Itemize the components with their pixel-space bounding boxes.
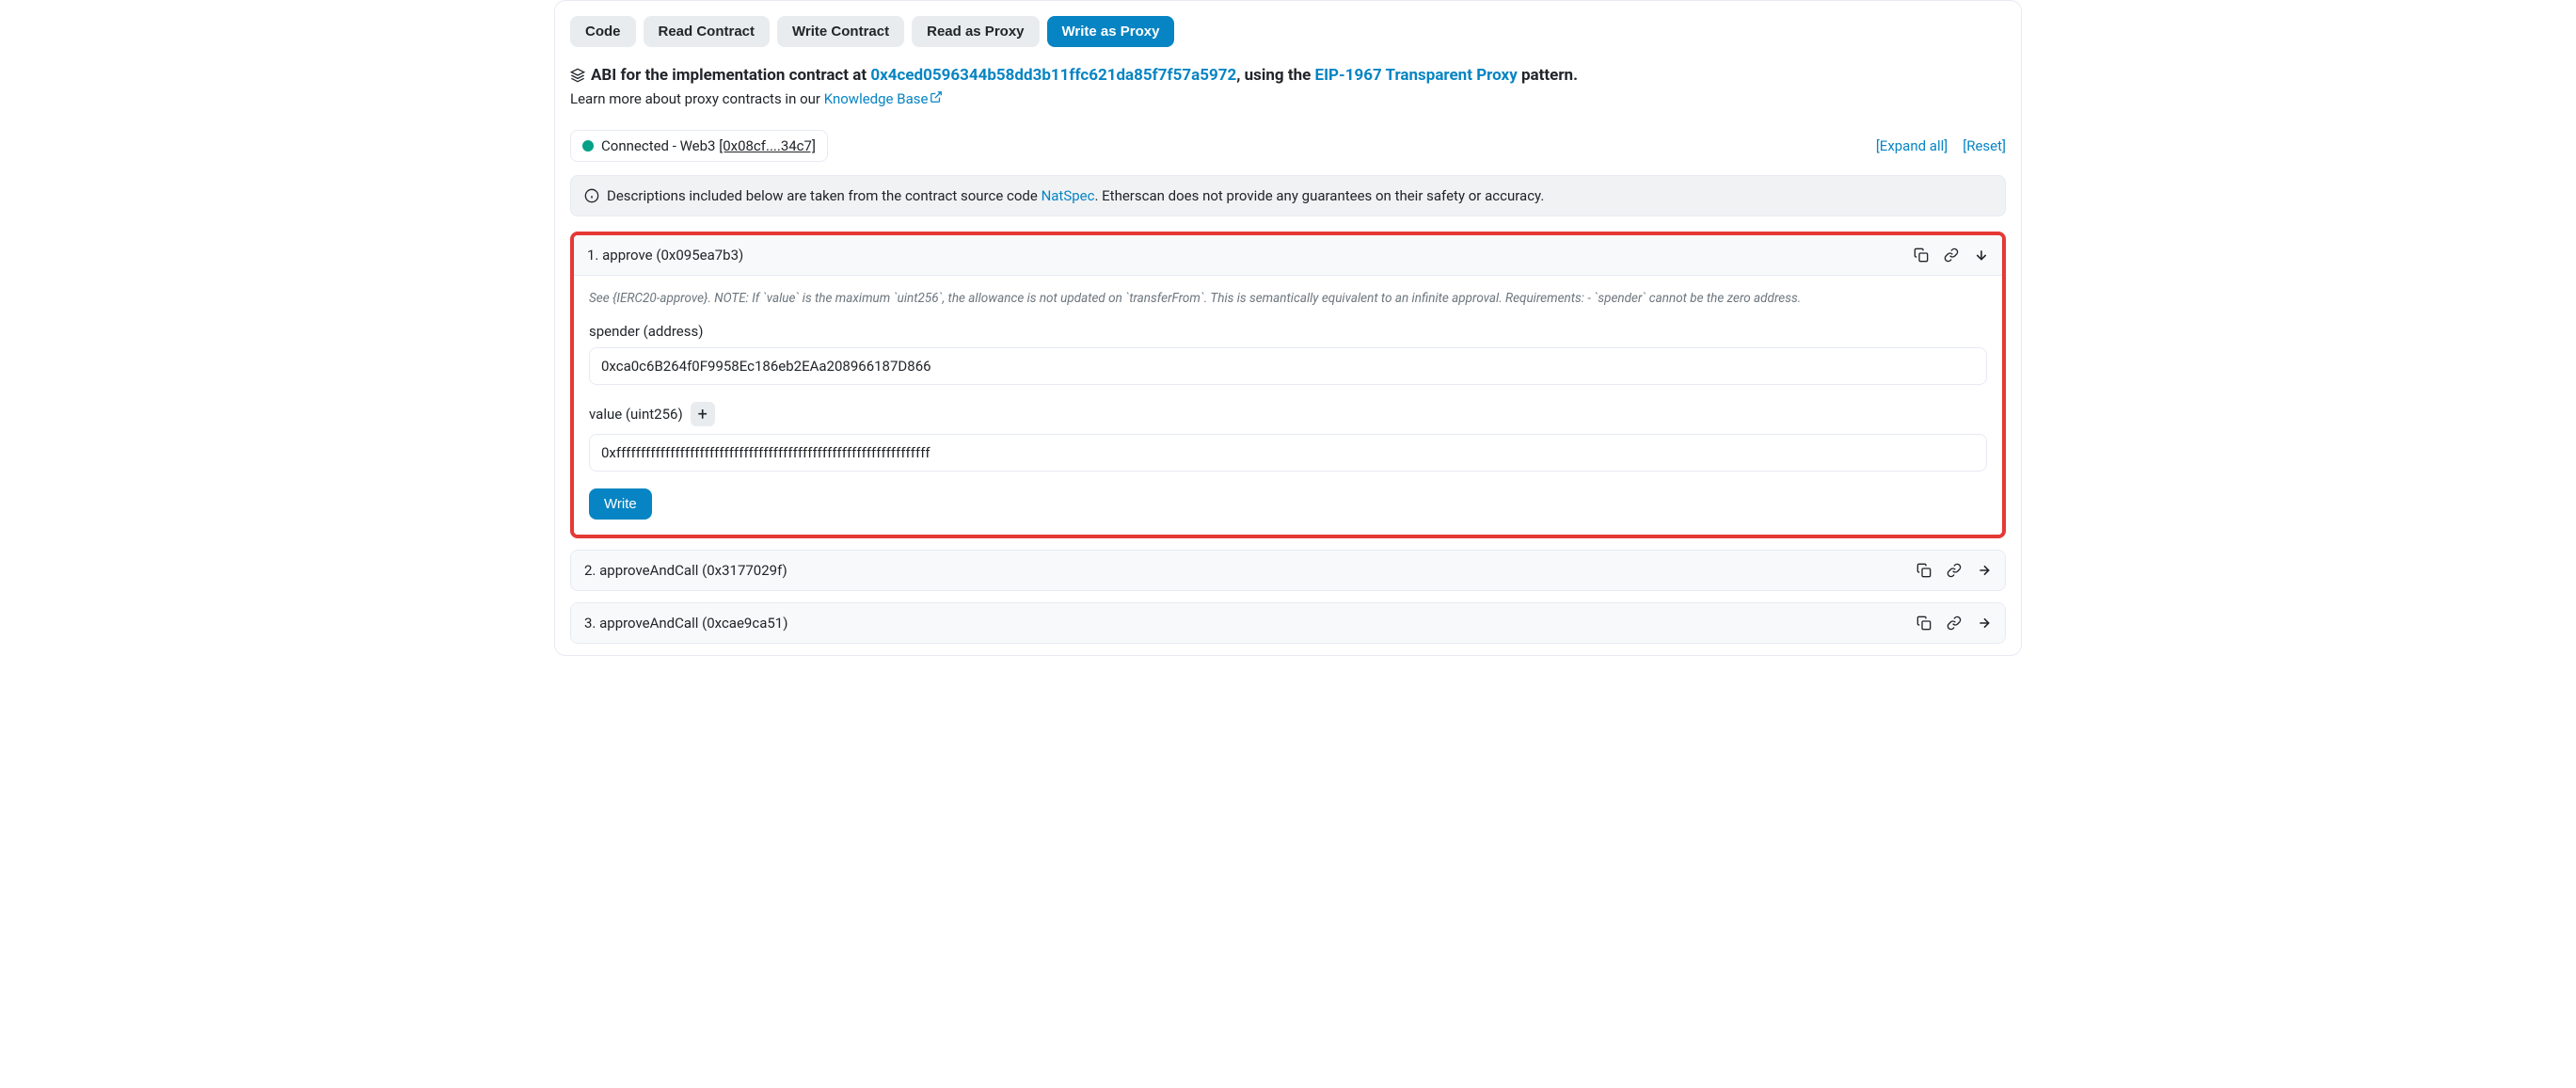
abi-info-line: ABI for the implementation contract at 0… xyxy=(570,66,2006,85)
function-panel-approve: 1. approve (0x095ea7b3) See {IERC20-appr… xyxy=(570,232,2006,538)
reset-link[interactable]: [Reset] xyxy=(1963,137,2006,154)
panel-actions: [Expand all] [Reset] xyxy=(1876,137,2006,154)
function-panel-approveandcall-1: 2. approveAndCall (0x3177029f) xyxy=(570,550,2006,591)
proxy-pattern-link[interactable]: EIP-1967 Transparent Proxy xyxy=(1315,66,1518,85)
web3-connection-status[interactable]: Connected - Web3 [0x08cf....34c7] xyxy=(570,130,828,162)
tab-read-contract[interactable]: Read Contract xyxy=(644,16,771,47)
function-header-approve[interactable]: 1. approve (0x095ea7b3) xyxy=(574,235,2002,276)
abi-prefix: ABI for the implementation contract at xyxy=(591,66,870,85)
status-row: Connected - Web3 [0x08cf....34c7] [Expan… xyxy=(570,130,2006,162)
abi-suffix: pattern. xyxy=(1518,66,1578,85)
natspec-notice: Descriptions included below are taken fr… xyxy=(570,175,2006,216)
info-icon xyxy=(584,188,599,203)
contract-panel: Code Read Contract Write Contract Read a… xyxy=(554,0,2022,656)
copy-icon[interactable] xyxy=(1914,248,1929,263)
arrow-right-icon[interactable] xyxy=(1977,563,1992,578)
link-icon[interactable] xyxy=(1947,563,1962,578)
knowledge-base-link[interactable]: Knowledge Base xyxy=(824,90,944,107)
notice-prefix: Descriptions included below are taken fr… xyxy=(607,187,1042,204)
tab-read-as-proxy[interactable]: Read as Proxy xyxy=(912,16,1039,47)
copy-icon[interactable] xyxy=(1916,563,1932,578)
expand-all-link[interactable]: [Expand all] xyxy=(1876,137,1948,154)
function-body-approve: See {IERC20-approve}. NOTE: If `value` i… xyxy=(574,276,2002,535)
connected-address-short: [0x08cf....34c7] xyxy=(719,137,816,154)
function-header-approveandcall-1[interactable]: 2. approveAndCall (0x3177029f) xyxy=(571,551,2005,590)
copy-icon[interactable] xyxy=(1916,616,1932,631)
contract-tabs: Code Read Contract Write Contract Read a… xyxy=(570,16,2006,47)
field-label-spender: spender (address) xyxy=(589,323,1987,340)
status-dot-connected-icon xyxy=(582,140,594,152)
connected-label: Connected - Web3 xyxy=(601,137,719,154)
arrow-right-icon[interactable] xyxy=(1977,616,1992,631)
layers-icon xyxy=(570,68,585,83)
write-button[interactable]: Write xyxy=(589,488,652,520)
function-header-approveandcall-2[interactable]: 3. approveAndCall (0xcae9ca51) xyxy=(571,603,2005,643)
notice-suffix: . Etherscan does not provide any guarant… xyxy=(1094,187,1544,204)
field-label-value: value (uint256) + xyxy=(589,402,1987,426)
learn-more-prefix: Learn more about proxy contracts in our xyxy=(570,90,824,107)
tab-write-as-proxy[interactable]: Write as Proxy xyxy=(1047,16,1175,47)
implementation-address-link[interactable]: 0x4ced0596344b58dd3b11ffc621da85f7f57a59… xyxy=(870,66,1236,85)
function-panel-approveandcall-2: 3. approveAndCall (0xcae9ca51) xyxy=(570,602,2006,644)
function-description: See {IERC20-approve}. NOTE: If `value` i… xyxy=(589,291,1987,306)
link-icon[interactable] xyxy=(1947,616,1962,631)
add-extra-value-button[interactable]: + xyxy=(691,402,715,426)
external-link-icon xyxy=(930,90,943,104)
abi-middle: , using the xyxy=(1236,66,1314,85)
function-title: 1. approve (0x095ea7b3) xyxy=(587,247,743,264)
value-input[interactable] xyxy=(589,434,1987,472)
natspec-link[interactable]: NatSpec xyxy=(1042,187,1095,204)
link-icon[interactable] xyxy=(1944,248,1959,263)
learn-more-line: Learn more about proxy contracts in our … xyxy=(570,90,2006,107)
tab-write-contract[interactable]: Write Contract xyxy=(777,16,904,47)
function-title: 3. approveAndCall (0xcae9ca51) xyxy=(584,615,787,632)
spender-input[interactable] xyxy=(589,347,1987,385)
tab-code[interactable]: Code xyxy=(570,16,636,47)
function-title: 2. approveAndCall (0x3177029f) xyxy=(584,562,787,579)
chevron-down-icon[interactable] xyxy=(1974,248,1989,263)
